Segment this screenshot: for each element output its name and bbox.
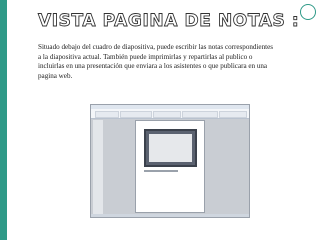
accent-bar [0,0,7,240]
circle-decoration-icon [300,4,316,20]
notes-placeholder [144,170,178,172]
slide: Vista pagina de notas : Situado debajo d… [0,0,320,240]
notes-page [135,120,205,213]
ribbon-group [120,111,152,118]
slide-body-text: Situado debajo del cuadro de diapositiva… [38,43,274,80]
slide-thumbnail [144,129,197,167]
ribbon-group [153,111,181,118]
app-side-panel [93,120,103,214]
notes-page-view-screenshot [90,104,250,218]
app-ribbon [91,109,249,119]
ribbon-group [95,111,119,118]
ribbon-group [182,111,218,118]
slide-title: Vista pagina de notas : [38,11,300,32]
ribbon-group [219,111,247,118]
slide-thumbnail-content [149,134,192,162]
app-status-bar [91,214,249,217]
